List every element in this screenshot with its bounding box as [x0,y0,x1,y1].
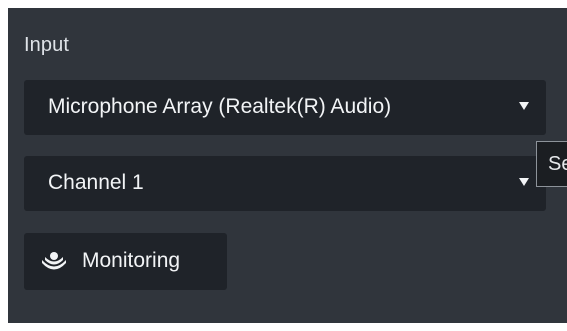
monitoring-icon [41,251,67,271]
input-settings-panel: Input Microphone Array (Realtek(R) Audio… [8,8,567,323]
tooltip: Se [536,141,567,187]
monitoring-button[interactable]: Monitoring [24,233,227,290]
caret-down-icon [519,102,529,110]
input-device-select[interactable]: Microphone Array (Realtek(R) Audio) [24,80,546,135]
caret-down-icon [519,178,529,186]
monitoring-button-label: Monitoring [82,249,181,272]
input-device-value: Microphone Array (Realtek(R) Audio) [48,95,392,118]
input-channel-select[interactable]: Channel 1 [24,156,546,211]
input-channel-value: Channel 1 [48,171,144,194]
section-title-input: Input [24,34,69,56]
